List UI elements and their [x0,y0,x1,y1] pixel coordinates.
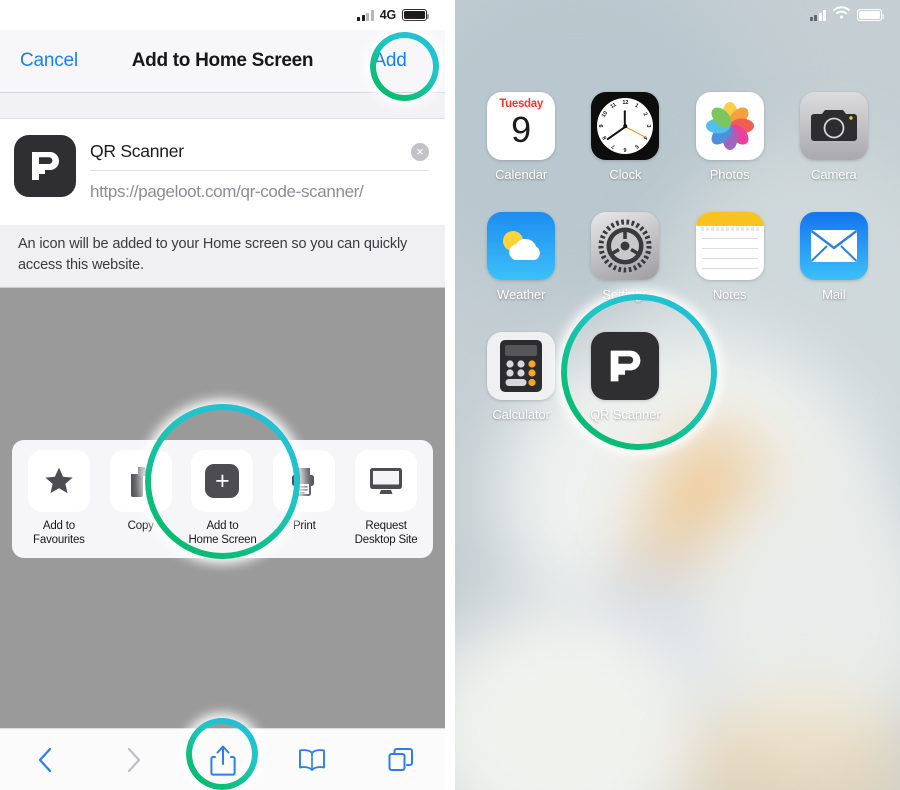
screenshot-root: 4G Cancel Add to Home Screen Add QR Scan… [0,0,900,790]
bookmark-form-card: QR Scanner × https://pageloot.com/qr-cod… [0,119,445,226]
battery-full-icon [857,9,885,21]
app-label: Calculator [492,407,550,422]
notes-icon [695,212,764,280]
app-label: Photos [709,167,750,182]
app-clock[interactable]: 12 1 2 3 4 5 6 7 8 9 10 11 [573,92,677,212]
app-name-value: QR Scanner [90,141,184,161]
network-type-label: 4G [379,8,396,22]
share-action-add-to-favourites[interactable]: Add to Favourites [18,450,100,548]
weather-sun-cloud-icon [487,212,556,280]
clear-icon[interactable]: × [411,142,429,161]
app-photos[interactable]: Photos [678,92,782,212]
right-status-bar [455,0,900,30]
right-phone-home-screen: Tuesday 9 Calendar 12 1 2 3 4 5 [455,0,900,790]
calculator-icon [487,332,556,400]
share-action-label: Print [292,520,316,532]
mail-envelope-icon [799,212,868,280]
app-calculator[interactable]: Calculator [469,332,573,452]
navbar-left-slot: Cancel [20,50,90,72]
signal-bars-icon [357,9,374,21]
app-label: Clock [609,167,642,182]
photos-flower-icon [695,92,764,160]
share-action-request-desktop-site[interactable]: Request Desktop Site [345,450,427,548]
app-label: Camera [811,167,857,182]
add-to-home-screen-ring [145,404,300,559]
share-button-ring [186,718,258,790]
app-row: Tuesday 9 Calendar 12 1 2 3 4 5 [455,92,900,212]
desktop-monitor-icon [355,450,418,512]
app-empty-slot [782,332,886,452]
forward-button[interactable] [106,738,162,782]
app-label: Weather [497,287,546,302]
url-value: https://pageloot.com/qr-code-scanner/ [90,182,364,201]
app-label: Mail [822,287,846,302]
app-label: Calendar [495,167,548,182]
bookmarks-button[interactable] [284,738,340,782]
tabs-button[interactable] [373,738,429,782]
settings-gear-icon [591,212,660,280]
app-mail[interactable]: Mail [782,212,886,332]
url-field-row: https://pageloot.com/qr-code-scanner/ [90,171,429,213]
camera-icon [799,92,868,160]
cancel-button[interactable]: Cancel [20,50,78,71]
battery-full-icon [402,9,430,21]
share-action-label: Add to Favourites [33,520,85,547]
clock-icon: 12 1 2 3 4 5 6 7 8 9 10 11 [591,92,660,160]
star-icon [27,450,90,512]
page-title: Add to Home Screen [131,50,314,71]
calendar-icon: Tuesday 9 [487,92,556,160]
qr-scanner-icon-ring [561,294,717,450]
hint-block: An icon will be added to your Home scree… [0,225,445,288]
wifi-icon [833,6,850,24]
navbar-under-strip [0,93,445,119]
add-button-ring [370,32,439,101]
share-action-label: Request Desktop Site [354,520,418,547]
share-action-label: Copy [127,520,154,532]
form-fields: QR Scanner × https://pageloot.com/qr-cod… [90,133,445,213]
app-calendar[interactable]: Tuesday 9 Calendar [469,92,573,212]
calendar-date: 9 [511,109,532,150]
app-notes[interactable]: Notes [678,212,782,332]
app-label: Notes [712,287,747,302]
left-phone-safari-screen: 4G Cancel Add to Home Screen Add QR Scan… [0,0,445,790]
pageloot-logo-icon [14,135,76,197]
app-weather[interactable]: Weather [469,212,573,332]
app-name-field-row[interactable]: QR Scanner × [90,133,429,171]
signal-bars-icon [809,9,826,21]
panel-divider [445,0,455,790]
favicon-slot [0,133,90,213]
back-button[interactable] [17,738,73,782]
hint-text: An icon will be added to your Home scree… [18,236,408,273]
left-status-bar: 4G [0,0,445,30]
app-camera[interactable]: Camera [782,92,886,212]
